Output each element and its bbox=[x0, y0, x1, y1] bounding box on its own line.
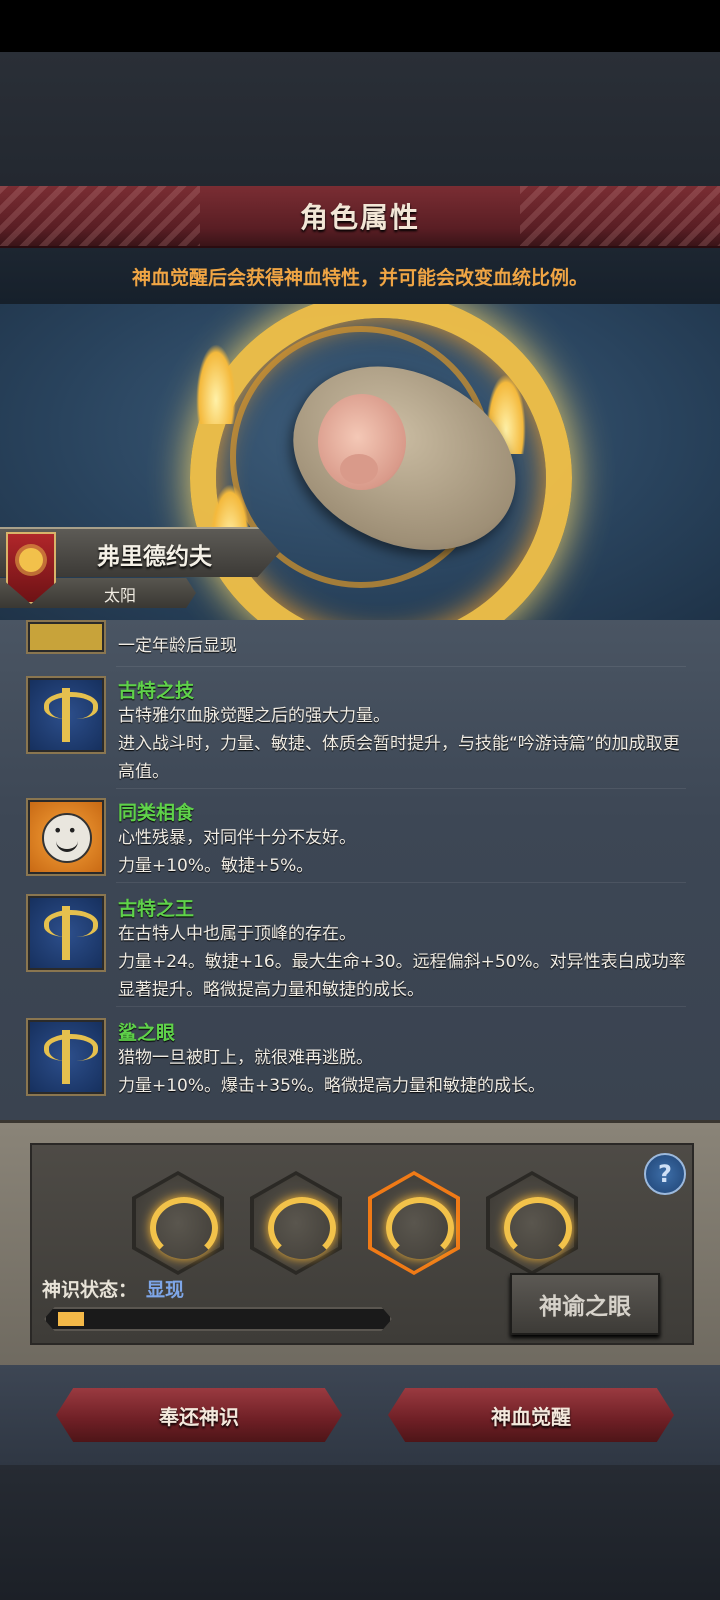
action-bar: 奉还神识 神血觉醒 bbox=[0, 1365, 720, 1465]
trait-name: 同类相食 bbox=[118, 802, 195, 824]
trait-description: 在古特人中也属于顶峰的存在。 力量+24。敏捷+16。最大生命+30。远程偏斜+… bbox=[118, 924, 686, 1000]
trait-list[interactable]: 一定年龄后显现 古特之技 古特雅尔血脉觉醒之后的强大力量。 进入战斗时，力量、敏… bbox=[0, 620, 720, 1120]
partial-icon bbox=[28, 622, 104, 652]
axe-icon bbox=[28, 678, 104, 752]
divider bbox=[116, 882, 686, 883]
axe-icon bbox=[28, 896, 104, 970]
hint-text: 神血觉醒后会获得神血特性，并可能会改变血统比例。 bbox=[131, 266, 588, 289]
status-label: 神识状态： bbox=[42, 1279, 138, 1301]
title-decoration bbox=[520, 186, 720, 246]
flame-sigil-icon bbox=[150, 1197, 218, 1259]
hint-bar: 神血觉醒后会获得神血特性，并可能会改变血统比例。 bbox=[0, 248, 720, 304]
divine-slot[interactable] bbox=[486, 1171, 578, 1275]
status-value: 显现 bbox=[146, 1279, 185, 1301]
smiley-icon bbox=[28, 800, 104, 874]
divine-slot-selected[interactable] bbox=[368, 1171, 460, 1275]
bottom-backdrop bbox=[0, 1465, 720, 1600]
page-title: 角色属性 bbox=[299, 201, 420, 234]
flame bbox=[196, 344, 236, 424]
baby-hand bbox=[340, 454, 378, 484]
divider bbox=[116, 788, 686, 789]
divider bbox=[116, 666, 686, 667]
flame-sigil-icon bbox=[504, 1197, 572, 1259]
top-backdrop bbox=[0, 52, 720, 186]
divine-panel: ? 神识状态： 显现 神谕之眼 bbox=[0, 1120, 720, 1368]
return-divinity-button[interactable]: 奉还神识 bbox=[56, 1388, 342, 1442]
divine-inner-panel: ? 神识状态： 显现 神谕之眼 bbox=[30, 1143, 694, 1345]
trait-name: 古特之王 bbox=[118, 898, 195, 920]
divider bbox=[116, 1006, 686, 1007]
trait-description: 猎物一旦被盯上，就很难再逃脱。 力量+10%。爆击+35%。略微提高力量和敏捷的… bbox=[118, 1048, 546, 1096]
blood-awaken-button[interactable]: 神血觉醒 bbox=[388, 1388, 674, 1442]
trait-description: 古特雅尔血脉觉醒之后的强大力量。 进入战斗时，力量、敏捷、体质会暂时提升，与技能… bbox=[118, 706, 680, 782]
flame-sigil-icon bbox=[386, 1197, 454, 1259]
axe-icon bbox=[28, 1020, 104, 1094]
progress-fill bbox=[58, 1312, 84, 1326]
help-icon[interactable]: ? bbox=[644, 1153, 686, 1195]
title-decoration bbox=[0, 186, 200, 246]
flame-sigil-icon bbox=[268, 1197, 336, 1259]
divine-slot[interactable] bbox=[250, 1171, 342, 1275]
trait-description: 一定年龄后显现 bbox=[118, 636, 237, 656]
trait-description: 心性残暴，对同伴十分不友好。 力量+10%。敏捷+5%。 bbox=[118, 828, 356, 876]
status-bar bbox=[0, 0, 720, 52]
divine-slot[interactable] bbox=[132, 1171, 224, 1275]
title-bar: 角色属性 bbox=[0, 186, 720, 248]
trait-name: 鲨之眼 bbox=[118, 1022, 176, 1044]
lineage-label: 太阳 bbox=[104, 586, 137, 605]
character-name: 弗里德约夫 bbox=[97, 544, 212, 570]
trait-name: 古特之技 bbox=[118, 680, 195, 702]
oracle-eye-button[interactable]: 神谕之眼 bbox=[510, 1273, 660, 1335]
divine-progress-bar bbox=[44, 1307, 392, 1331]
